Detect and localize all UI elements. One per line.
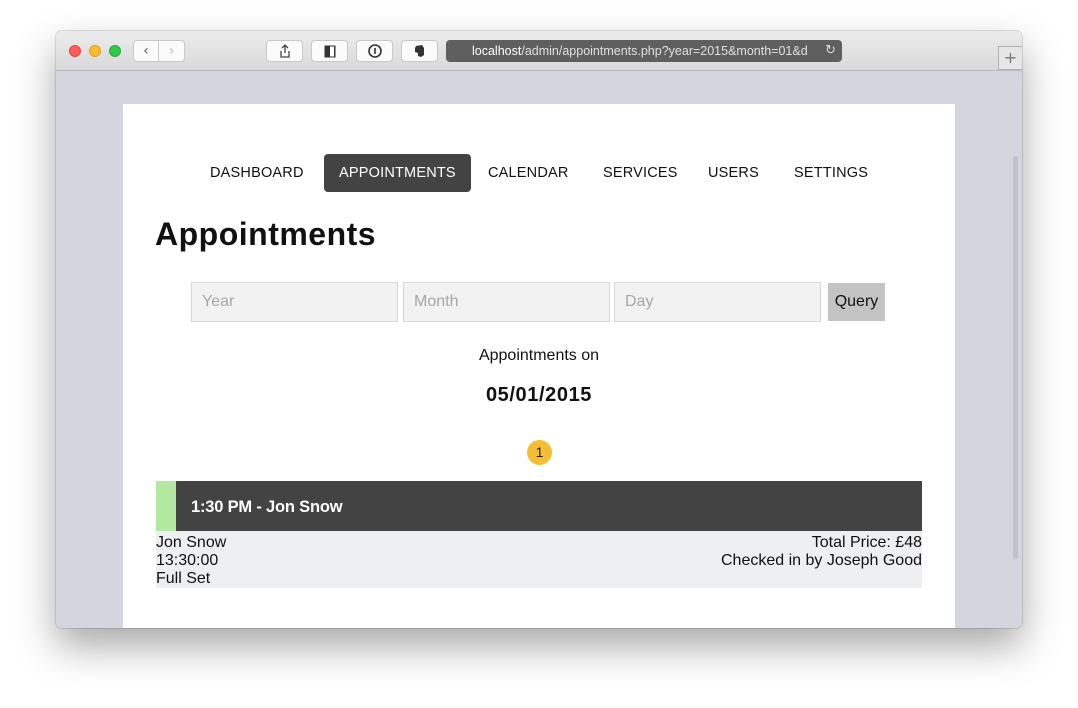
nav-settings[interactable]: SETTINGS [779,154,883,192]
query-button[interactable]: Query [828,283,885,321]
main-nav: DASHBOARD APPOINTMENTS CALENDAR SERVICES… [123,154,955,192]
url-host: localhost [472,44,522,58]
nav-calendar[interactable]: CALENDAR [473,154,584,192]
share-icon [279,44,290,58]
appointment-details-right: Total Price: £48 Checked in by Joseph Go… [721,534,922,570]
close-window-button[interactable] [69,45,81,57]
info-circle-icon [367,44,382,58]
nav-dashboard[interactable]: DASHBOARD [195,154,319,192]
appointment-header[interactable]: 1:30 PM - Jon Snow [156,481,922,531]
reload-icon[interactable]: ↻ [825,40,836,62]
back-button[interactable]: ‹ [133,40,159,62]
password-extension-button[interactable] [356,40,393,62]
new-tab-button[interactable]: + [998,46,1022,70]
day-input[interactable] [614,282,821,322]
appointments-on-label: Appointments on [478,347,600,364]
nav-users[interactable]: USERS [693,154,774,192]
appointment-details-left: Jon Snow 13:30:00 Full Set [156,534,226,588]
chevron-left-icon: ‹ [143,43,149,59]
appointment-card[interactable]: 1:30 PM - Jon Snow Jon Snow 13:30:00 Ful… [156,481,922,588]
appointment-title: 1:30 PM - Jon Snow [191,498,343,516]
minimize-window-button[interactable] [89,45,101,57]
share-button[interactable] [266,40,303,62]
selected-date: 05/01/2015 [485,384,593,406]
appointment-status-stripe [156,481,176,531]
zoom-window-button[interactable] [109,45,121,57]
page-content: DASHBOARD APPOINTMENTS CALENDAR SERVICES… [123,104,955,628]
appointment-details: Jon Snow 13:30:00 Full Set Total Price: … [156,531,922,588]
nav-appointments[interactable]: APPOINTMENTS [324,154,471,192]
address-bar[interactable]: localhost/admin/appointments.php?year=20… [446,40,842,62]
chevron-right-icon: › [168,43,175,59]
checked-in-by: Checked in by Joseph Good [720,552,922,569]
customer-name: Jon Snow [156,534,227,551]
forward-button[interactable]: › [159,40,185,62]
appointment-time: 13:30:00 [156,552,219,569]
appointment-count-badge: 1 [527,440,552,465]
url-path: /admin/appointments.php?year=2015&month=… [521,44,808,58]
scrollbar[interactable] [1013,156,1018,559]
service-name: Full Set [156,570,211,587]
browser-titlebar: ‹ › localhost/admin/appointments.php?yea… [56,31,1022,71]
browser-viewport: DASHBOARD APPOINTMENTS CALENDAR SERVICES… [56,72,1022,628]
year-input[interactable] [191,282,398,322]
month-input[interactable] [403,282,610,322]
total-price: Total Price: £48 [811,534,922,551]
book-icon [324,45,335,57]
evernote-extension-button[interactable] [401,40,438,62]
page-title: Appointments [155,216,377,252]
elephant-icon [415,45,424,57]
nav-services[interactable]: SERVICES [588,154,693,192]
browser-window: ‹ › localhost/admin/appointments.php?yea… [56,31,1022,628]
plus-icon: + [1003,48,1018,67]
reading-list-button[interactable] [311,40,348,62]
